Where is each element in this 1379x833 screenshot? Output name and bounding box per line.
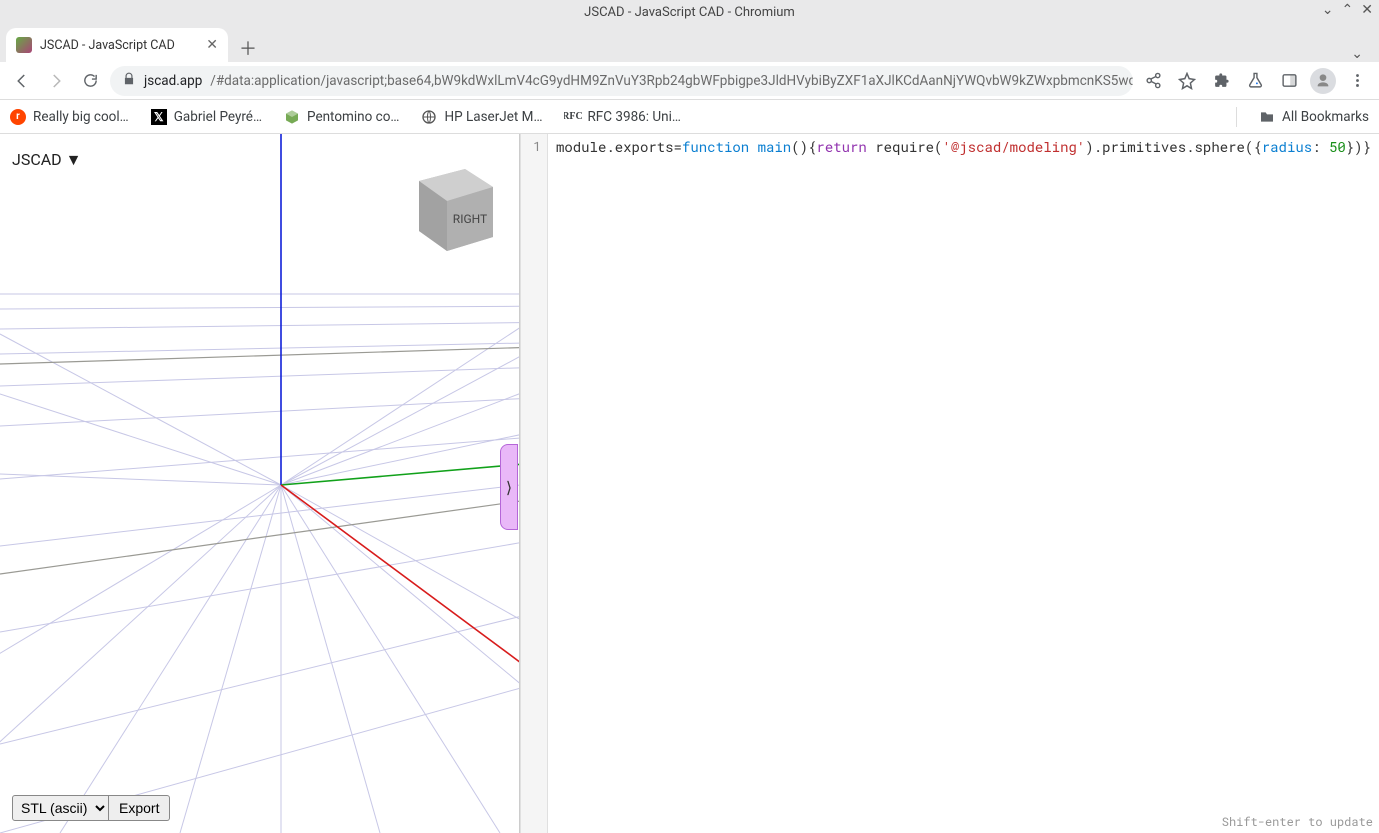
app-content: JSCAD ▼ RIGHT ⟩ STL (ascii) Export 1 mod… [0,134,1379,833]
window-buttons: ⌄ ⌃ ✕ [1322,2,1373,18]
browser-toolbar: jscad.app /#data:application/javascript;b… [0,62,1379,100]
jscad-menu-label: JSCAD ▼ [12,150,81,169]
arrow-right-icon [47,72,65,90]
flask-icon [1247,72,1264,89]
code-content[interactable]: module.exports=function main(){return re… [548,134,1379,833]
extensions-button[interactable] [1207,67,1235,95]
labs-button[interactable] [1241,67,1269,95]
export-bar: STL (ascii) Export [12,795,170,821]
share-button[interactable] [1139,67,1167,95]
url-path: /#data:application/javascript;base64,bW9… [210,73,1133,89]
window-titlebar: JSCAD - JavaScript CAD - Chromium ⌄ ⌃ ✕ [0,0,1379,24]
line-number: 1 [521,137,541,155]
bookmark-label: Pentomino co… [307,109,399,125]
drawer-handle[interactable]: ⟩ [500,444,518,530]
editor-hint: Shift-enter to update [1222,814,1373,830]
minimize-icon[interactable]: ⌄ [1322,2,1334,18]
star-icon [1178,72,1196,90]
divider [1236,107,1237,127]
bookmark-star-button[interactable] [1173,67,1201,95]
back-button[interactable] [8,67,36,95]
tab-close-icon[interactable]: ✕ [206,37,218,53]
tab-title: JSCAD - JavaScript CAD [40,38,175,53]
nav-cube[interactable]: RIGHT [399,151,507,259]
arrow-left-icon [13,72,31,90]
export-format-select[interactable]: STL (ascii) [12,795,109,821]
url-host: jscad.app [144,73,202,89]
address-bar[interactable]: jscad.app /#data:application/javascript;b… [110,66,1133,96]
globe-icon [421,109,437,125]
puzzle-icon [1213,72,1230,89]
kebab-icon [1349,72,1366,89]
panel-icon [1281,72,1298,89]
tab-strip: JSCAD - JavaScript CAD ✕ ＋ ⌄ [0,24,1379,62]
export-button[interactable]: Export [109,795,170,821]
viewport-3d[interactable]: JSCAD ▼ RIGHT ⟩ STL (ascii) Export [0,134,519,833]
bookmark-label: Really big cool… [33,109,129,125]
rfc-icon: RFC [564,109,580,125]
code-editor[interactable]: 1 module.exports=function main(){return … [520,134,1379,833]
all-bookmarks-button[interactable]: All Bookmarks [1259,109,1369,125]
axis-x [281,485,519,700]
x-icon: 𝕏 [151,109,167,125]
bookmark-item[interactable]: 𝕏 Gabriel Peyré… [151,109,262,125]
cube-icon [284,109,300,125]
maximize-icon[interactable]: ⌃ [1342,2,1354,18]
forward-button[interactable] [42,67,70,95]
browser-tab[interactable]: JSCAD - JavaScript CAD ✕ [6,28,228,62]
navcube-face-label: RIGHT [453,212,487,226]
lock-icon [122,72,136,90]
bookmarks-bar: r Really big cool… 𝕏 Gabriel Peyré… Pent… [0,100,1379,134]
bookmark-label: HP LaserJet M… [444,109,542,125]
reload-button[interactable] [76,67,104,95]
reload-icon [82,72,99,89]
folder-icon [1259,109,1275,125]
sidepanel-button[interactable] [1275,67,1303,95]
favicon-icon [16,37,32,53]
close-icon[interactable]: ✕ [1361,2,1373,18]
bookmark-item[interactable]: r Really big cool… [10,109,129,125]
share-icon [1145,72,1162,89]
all-bookmarks-label: All Bookmarks [1282,109,1369,125]
bookmark-label: Gabriel Peyré… [174,109,262,125]
tabs-dropdown-icon[interactable]: ⌄ [1351,46,1373,62]
menu-button[interactable] [1343,67,1371,95]
new-tab-button[interactable]: ＋ [234,34,262,62]
chevron-right-icon: ⟩ [506,478,512,497]
bookmark-item[interactable]: RFC RFC 3986: Uni… [564,109,680,125]
bookmark-item[interactable]: Pentomino co… [284,109,399,125]
avatar-icon [1310,68,1336,94]
axis-y [281,460,519,485]
window-title: JSCAD - JavaScript CAD - Chromium [584,5,795,20]
line-gutter: 1 [520,134,548,833]
bookmark-label: RFC 3986: Uni… [587,109,680,125]
profile-button[interactable] [1309,67,1337,95]
reddit-icon: r [10,109,26,125]
jscad-menu-button[interactable]: JSCAD ▼ [12,150,81,170]
bookmark-item[interactable]: HP LaserJet M… [421,109,542,125]
